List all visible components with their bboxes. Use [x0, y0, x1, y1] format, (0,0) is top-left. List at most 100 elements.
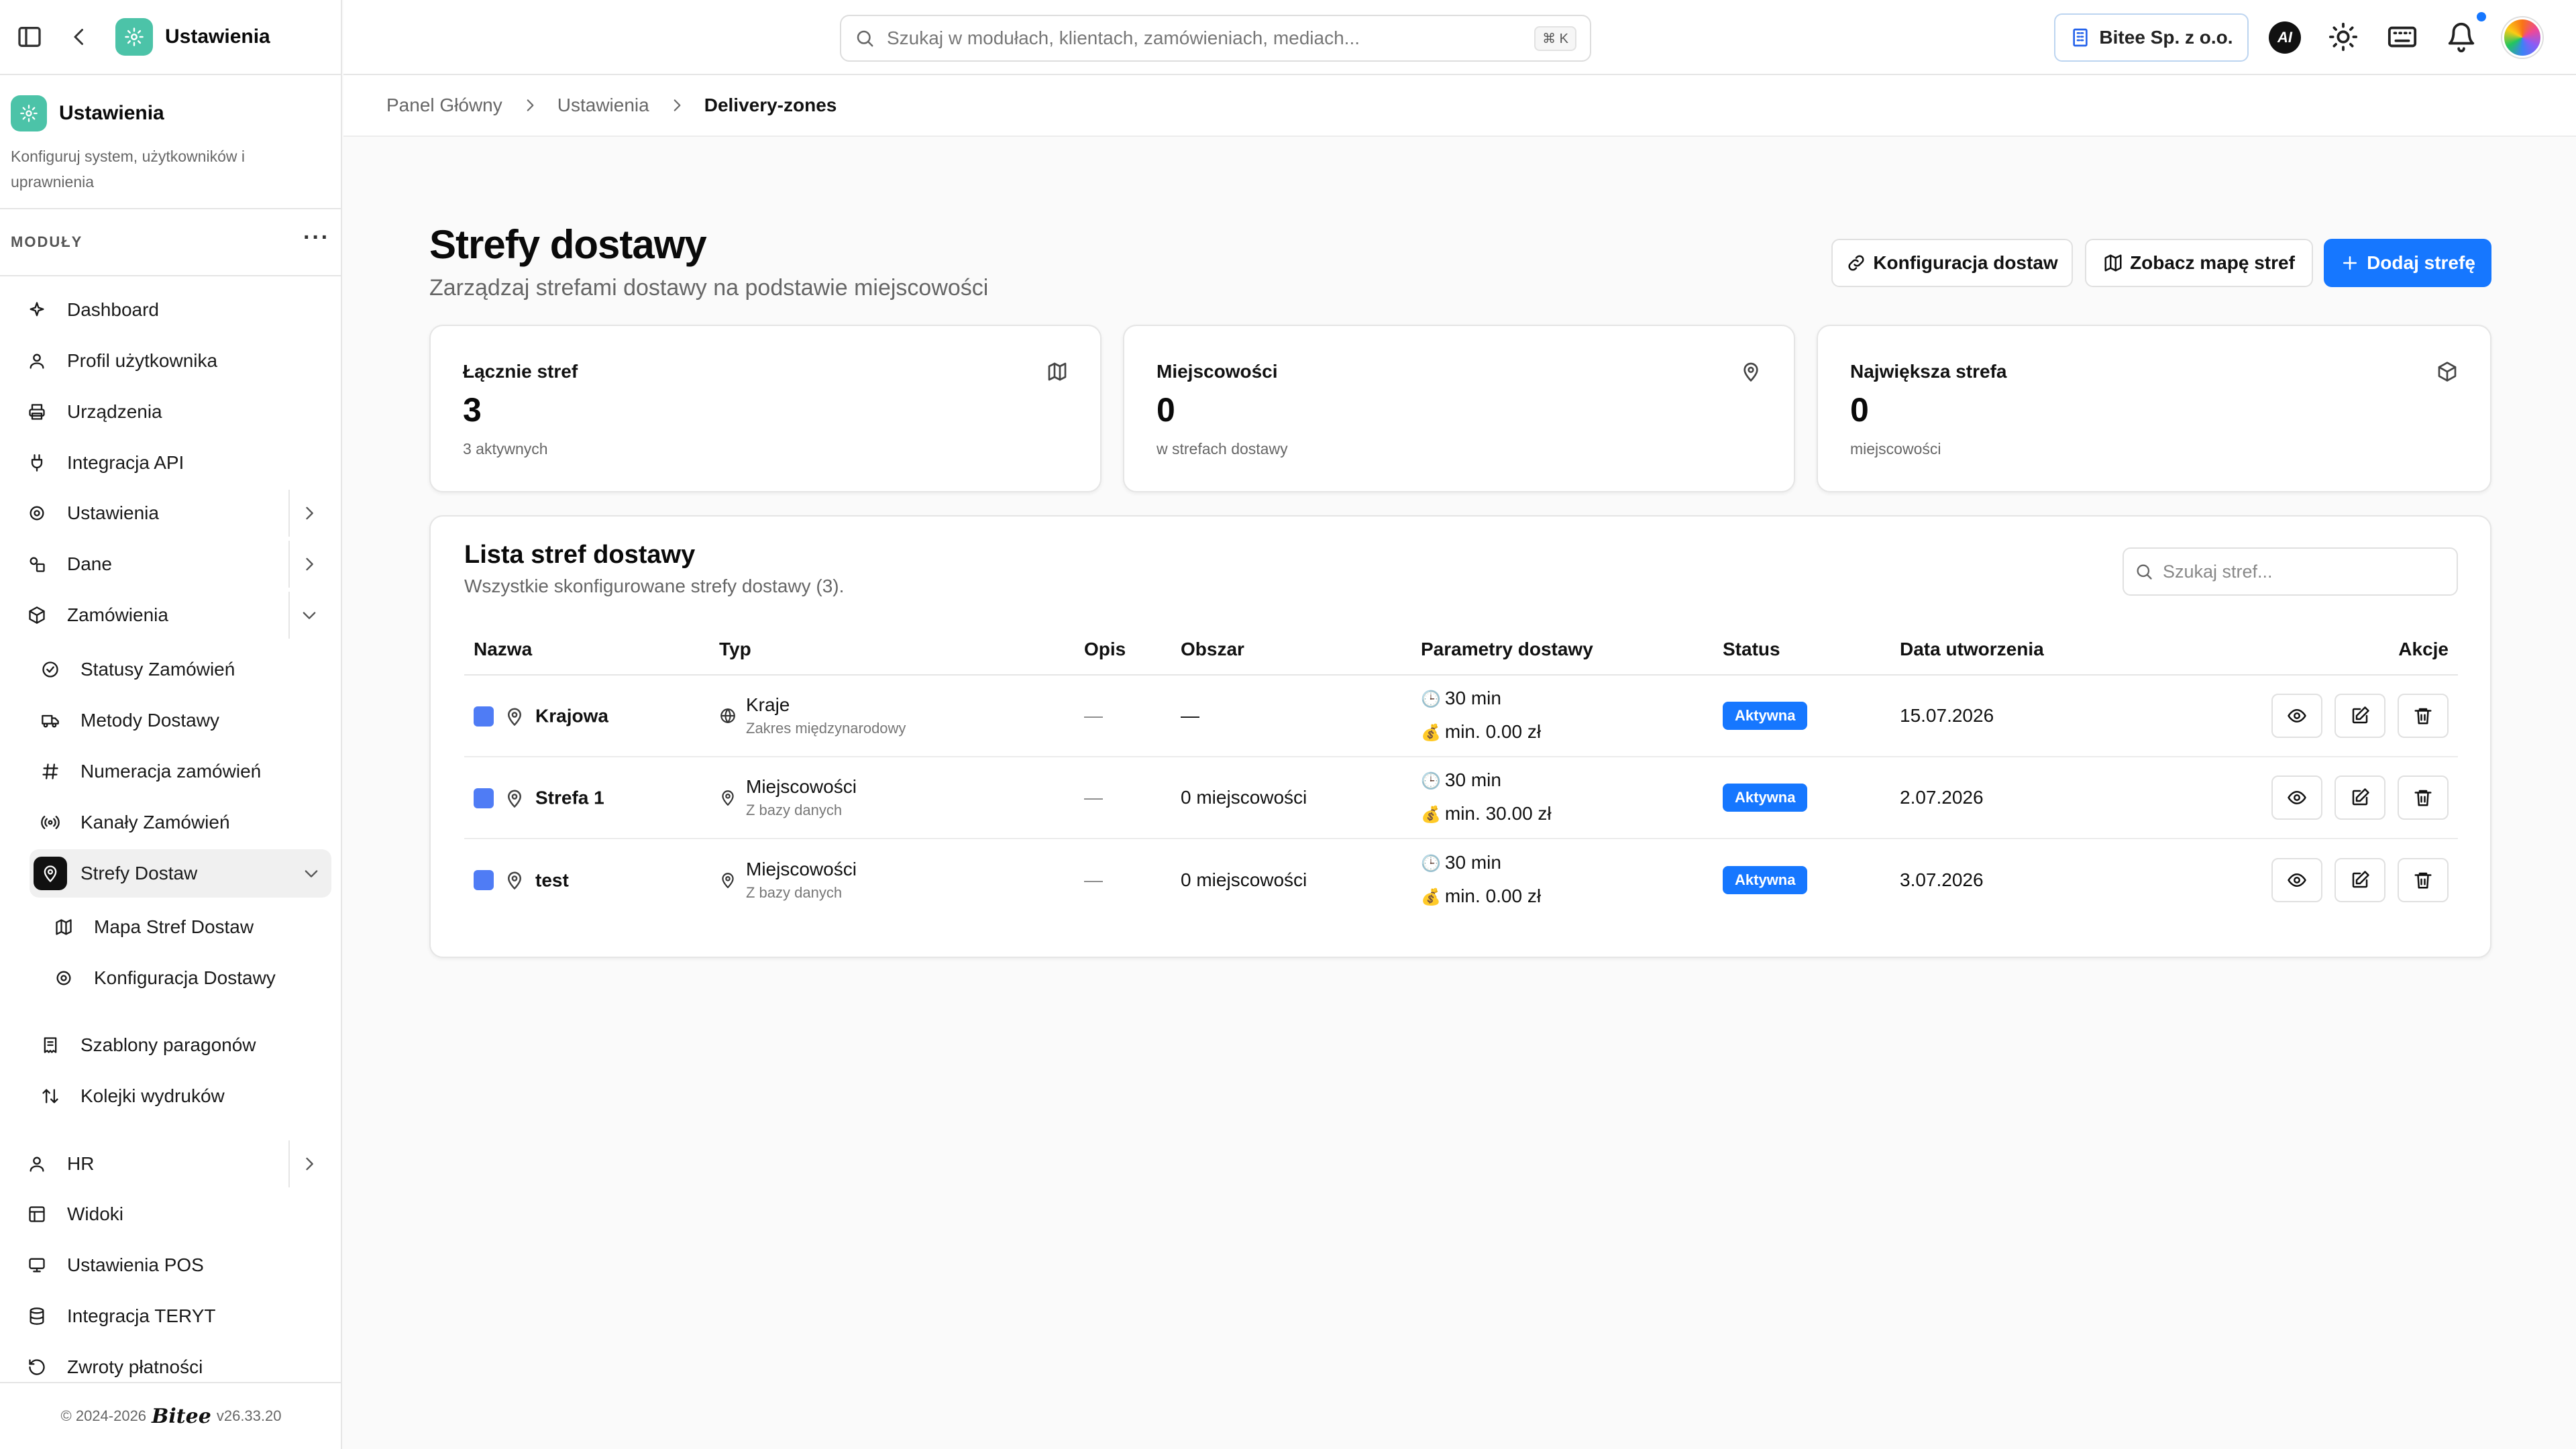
delivery-time: 30 min: [1444, 769, 1501, 790]
sidebar-item-orders[interactable]: Zamówienia: [20, 592, 329, 639]
user-avatar[interactable]: [2502, 17, 2542, 58]
sun-icon[interactable]: [2328, 21, 2359, 52]
zone-type-sub: Z bazy danych: [746, 802, 843, 818]
button-label: Konfiguracja dostaw: [1873, 252, 2058, 273]
column-header[interactable]: Data utworzenia: [1890, 624, 2212, 676]
sidebar-item-api[interactable]: Integracja API: [20, 441, 329, 484]
arrows-up-down-icon: [34, 1079, 67, 1113]
globe-icon: [719, 707, 737, 724]
view-button[interactable]: [2271, 775, 2322, 820]
sidebar-item-teryt[interactable]: Integracja TERYT: [20, 1295, 329, 1338]
sidebar-item-dashboard[interactable]: Dashboard: [20, 288, 329, 331]
stat-label: Miejscowości: [1157, 361, 1278, 382]
sidebar-item-order-numbering[interactable]: Numeracja zamówień: [34, 750, 329, 793]
footer-version: v26.33.20: [216, 1407, 282, 1424]
gear-icon: [20, 496, 54, 530]
zone-area: —: [1171, 675, 1411, 757]
stat-note: miejscowości: [1850, 440, 1941, 458]
stat-value: 0: [1157, 391, 1175, 429]
bell-icon[interactable]: [2446, 21, 2477, 52]
edit-button[interactable]: [2334, 857, 2385, 902]
chevron-down-icon[interactable]: [291, 850, 331, 897]
section-description: Konfiguruj system, użytkowników i uprawn…: [11, 148, 245, 191]
table-row[interactable]: Krajowa Kraje Zakres międzynarodowy — — 🕒…: [464, 675, 2458, 757]
column-header[interactable]: Typ: [710, 624, 1075, 676]
min-order: min. 30.00 zł: [1444, 803, 1552, 824]
hash-icon: [34, 755, 67, 788]
view-button[interactable]: [2271, 857, 2322, 902]
stat-label: Łącznie stref: [463, 361, 578, 382]
view-button[interactable]: [2271, 694, 2322, 738]
sidebar-item-label: Statusy Zamówień: [80, 659, 235, 680]
package-icon: [2436, 361, 2458, 382]
sidebar-item-delivery-methods[interactable]: Metody Dostawy: [34, 699, 329, 742]
add-zone-button[interactable]: Dodaj strefę: [2324, 239, 2491, 287]
keyboard-icon[interactable]: [2387, 21, 2418, 52]
column-header[interactable]: Nazwa: [464, 624, 710, 676]
global-search-input[interactable]: Szukaj w modułach, klientach, zamówienia…: [840, 15, 1591, 62]
view-zones-map-button[interactable]: Zobacz mapę stref: [2085, 239, 2313, 287]
breadcrumb-settings[interactable]: Ustawienia: [557, 95, 649, 116]
more-options-icon[interactable]: ···: [303, 226, 330, 250]
zone-search-input[interactable]: Szukaj stref...: [2123, 547, 2458, 596]
sidebar-item-order-channels[interactable]: Kanały Zamówień: [34, 801, 329, 844]
radio-icon: [34, 806, 67, 839]
sidebar-item-pos-settings[interactable]: Ustawienia POS: [20, 1244, 329, 1287]
zone-name: Strefa 1: [535, 787, 604, 808]
delete-button[interactable]: [2398, 857, 2449, 902]
shapes-icon: [20, 547, 54, 581]
stat-card-total-zones: Łącznie stref 3 3 aktywnych: [429, 325, 1102, 492]
column-header[interactable]: Parametry dostawy: [1411, 624, 1713, 676]
sidebar-item-delivery-config[interactable]: Konfiguracja Dostawy: [47, 957, 329, 1000]
sidebar-item-views[interactable]: Widoki: [20, 1193, 329, 1236]
zone-description: —: [1084, 869, 1103, 890]
edit-button[interactable]: [2334, 694, 2385, 738]
map-pin-icon: [504, 788, 525, 808]
search-placeholder: Szukaj w modułach, klientach, zamówienia…: [887, 28, 1360, 48]
sidebar-item-devices[interactable]: Urządzenia: [20, 390, 329, 433]
min-order: min. 0.00 zł: [1444, 721, 1542, 742]
stat-value: 3: [463, 391, 482, 429]
chevron-right-icon: [521, 97, 539, 114]
back-chevron-icon[interactable]: [67, 25, 91, 49]
edit-icon: [2350, 870, 2370, 890]
check-circle-icon: [34, 653, 67, 686]
chevron-right-icon: [668, 97, 686, 114]
delete-button[interactable]: [2398, 694, 2449, 738]
sidebar-item-print-queues[interactable]: Kolejki wydruków: [34, 1075, 329, 1118]
delivery-config-button[interactable]: Konfiguracja dostaw: [1831, 239, 2073, 287]
sidebar-toggle-icon[interactable]: [16, 23, 43, 50]
zone-description: —: [1075, 675, 1171, 757]
column-header[interactable]: Opis: [1075, 624, 1171, 676]
sidebar-item-label: Dane: [67, 553, 112, 574]
page-title: Strefy dostawy: [429, 222, 707, 267]
sidebar-item-data[interactable]: Dane: [20, 541, 329, 588]
sidebar-item-settings[interactable]: Ustawienia: [20, 490, 329, 537]
ai-assistant-icon[interactable]: AI: [2269, 21, 2301, 54]
chevron-down-icon[interactable]: [288, 592, 329, 639]
money-bag-icon: 💰: [1421, 806, 1441, 824]
table-row[interactable]: test Miejscowości Z bazy danych — 0 miejs…: [464, 839, 2458, 920]
sidebar-item-hr[interactable]: HR: [20, 1140, 329, 1187]
table-row[interactable]: Strefa 1 Miejscowości Z bazy danych — 0 m…: [464, 757, 2458, 839]
edit-button[interactable]: [2334, 775, 2385, 820]
sidebar-item-receipt-templates[interactable]: Szablony paragonów: [34, 1024, 329, 1067]
notification-dot: [2477, 12, 2486, 21]
sidebar-item-delivery-zones[interactable]: Strefy Dostaw: [30, 849, 331, 898]
sidebar-item-zones-map[interactable]: Mapa Stref Dostaw: [47, 906, 329, 949]
clock-icon: 🕒: [1421, 772, 1441, 790]
delete-button[interactable]: [2398, 775, 2449, 820]
breadcrumb-home[interactable]: Panel Główny: [386, 95, 502, 116]
chevron-right-icon[interactable]: [288, 490, 329, 537]
zone-color-swatch: [474, 788, 494, 808]
sidebar-item-user-profile[interactable]: Profil użytkownika: [20, 339, 329, 382]
chevron-right-icon[interactable]: [288, 1140, 329, 1187]
company-switcher-button[interactable]: Bitee Sp. z o.o.: [2054, 13, 2249, 62]
plus-icon: [2340, 253, 2360, 273]
column-header[interactable]: Status: [1713, 624, 1890, 676]
sidebar-item-order-statuses[interactable]: Statusy Zamówień: [34, 648, 329, 691]
clock-icon: 🕒: [1421, 690, 1441, 708]
created-date: 3.07.2026: [1900, 869, 1984, 890]
chevron-right-icon[interactable]: [288, 541, 329, 588]
column-header[interactable]: Obszar: [1171, 624, 1411, 676]
